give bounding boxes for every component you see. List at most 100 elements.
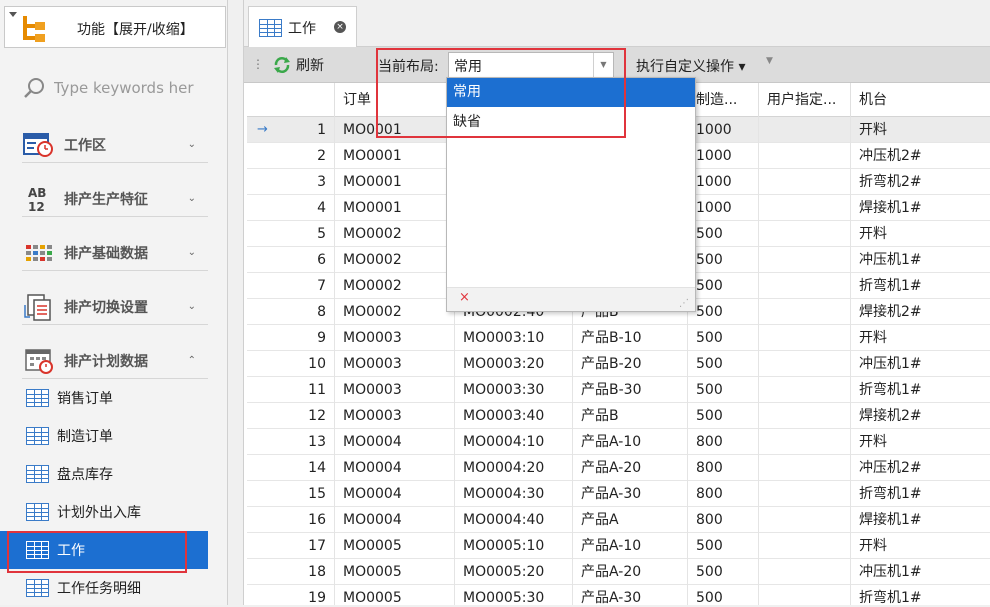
table-row[interactable]: 13 MO0004 MO0004:10 产品A-10 800 开料 [247,429,990,455]
table-cell[interactable] [759,507,851,533]
table-row[interactable]: 19 MO0005 MO0005:30 产品A-30 500 折弯机1# [247,585,990,605]
sidebar-item-work[interactable]: 工作 [0,531,208,569]
table-row[interactable]: 15 MO0004 MO0004:30 产品A-30 800 折弯机1# [247,481,990,507]
table-cell[interactable]: 800 [688,455,759,481]
table-cell[interactable]: MO0001 [335,143,455,169]
table-cell[interactable]: 冲压机1# [851,559,990,585]
table-cell[interactable]: 500 [688,559,759,585]
chevron-down-icon[interactable]: ▼ [766,56,773,66]
table-cell[interactable] [759,247,851,273]
sidebar-item-manufacturing-orders[interactable]: 制造订单 [0,417,208,455]
table-cell[interactable]: MO0005:10 [455,533,573,559]
chevron-down-icon[interactable]: ▼ [593,53,613,77]
table-cell[interactable]: MO0005 [335,533,455,559]
table-cell[interactable]: 800 [688,429,759,455]
table-cell[interactable]: MO0003:20 [455,351,573,377]
table-cell[interactable]: 冲压机2# [851,143,990,169]
row-number[interactable]: 6 [247,247,335,273]
row-number[interactable]: 7 [247,273,335,299]
header-cell[interactable]: 制造... [688,83,759,117]
sidebar-item-sales-orders[interactable]: 销售订单 [0,379,208,417]
table-cell[interactable] [759,533,851,559]
table-cell[interactable]: 产品A-10 [573,533,688,559]
table-cell[interactable] [759,299,851,325]
sidebar-item-unplanned-io[interactable]: 计划外出入库 [0,493,208,531]
header-cell[interactable]: 订单 [335,83,455,117]
layout-value[interactable]: 常用 [454,56,482,76]
table-cell[interactable]: 500 [688,377,759,403]
table-cell[interactable]: 500 [688,247,759,273]
table-row[interactable]: 17 MO0005 MO0005:10 产品A-10 500 开料 [247,533,990,559]
table-cell[interactable]: MO0005 [335,559,455,585]
table-cell[interactable]: 800 [688,507,759,533]
table-cell[interactable] [759,429,851,455]
table-cell[interactable] [759,325,851,351]
table-row[interactable]: 18 MO0005 MO0005:20 产品A-20 500 冲压机1# [247,559,990,585]
table-cell[interactable] [759,221,851,247]
row-number[interactable]: 8 [247,299,335,325]
group-workspace[interactable]: 工作区 ⌄ [22,127,208,163]
table-cell[interactable]: MO0002 [335,221,455,247]
table-cell[interactable] [759,195,851,221]
row-number[interactable]: 3 [247,169,335,195]
table-cell[interactable]: 开料 [851,429,990,455]
table-cell[interactable]: MO0004 [335,481,455,507]
table-cell[interactable]: 折弯机1# [851,481,990,507]
table-cell[interactable]: 冲压机2# [851,455,990,481]
table-row[interactable]: 10 MO0003 MO0003:20 产品B-20 500 冲压机1# [247,351,990,377]
layout-combobox[interactable]: 常用 ▼ [448,52,614,78]
function-toggle-button[interactable]: 功能【展开/收缩】 [4,6,226,48]
table-cell[interactable]: 500 [688,585,759,605]
row-number[interactable]: 2 [247,143,335,169]
table-cell[interactable] [759,455,851,481]
table-cell[interactable]: 500 [688,221,759,247]
header-cell[interactable] [247,83,335,117]
search-input[interactable]: Type keywords her [54,79,212,97]
table-cell[interactable]: 焊接机1# [851,195,990,221]
table-cell[interactable]: MO0001 [335,117,455,143]
table-cell[interactable]: MO0002 [335,273,455,299]
table-cell[interactable]: MO0005 [335,585,455,605]
row-number[interactable]: 1 [247,117,335,143]
group-production-features[interactable]: AB 12 排产生产特征 ⌄ [22,181,208,217]
header-cell[interactable]: 用户指定... [759,83,851,117]
table-cell[interactable]: 产品A [573,507,688,533]
dropdown-option[interactable]: 缺省 [447,108,695,137]
row-number[interactable]: 11 [247,377,335,403]
table-cell[interactable] [759,117,851,143]
clear-icon[interactable]: × [459,290,470,305]
table-cell[interactable]: 500 [688,273,759,299]
table-cell[interactable]: 500 [688,325,759,351]
table-cell[interactable]: 500 [688,533,759,559]
group-plan-data[interactable]: 排产计划数据 ⌃ [22,343,208,379]
table-cell[interactable]: MO0005:30 [455,585,573,605]
tab-work[interactable]: 工作 × [248,6,357,48]
table-cell[interactable] [759,377,851,403]
table-cell[interactable]: MO0003:40 [455,403,573,429]
row-number[interactable]: 18 [247,559,335,585]
table-cell[interactable]: 折弯机1# [851,377,990,403]
table-cell[interactable]: MO0003 [335,377,455,403]
table-cell[interactable] [759,481,851,507]
sidebar-item-inventory[interactable]: 盘点库存 [0,455,208,493]
table-cell[interactable]: 焊接机1# [851,507,990,533]
table-cell[interactable]: 折弯机1# [851,585,990,605]
table-cell[interactable]: MO0002 [335,299,455,325]
dropdown-option[interactable]: 常用 [447,78,695,107]
table-cell[interactable]: MO0004:10 [455,429,573,455]
table-cell[interactable]: MO0001 [335,169,455,195]
table-cell[interactable]: MO0003 [335,403,455,429]
table-cell[interactable]: 1000 [688,143,759,169]
row-number[interactable]: 17 [247,533,335,559]
custom-action-button[interactable]: 执行自定义操作 ▾ [636,56,745,76]
table-cell[interactable] [759,585,851,605]
resize-grip-icon[interactable]: ⋰ [679,298,689,309]
table-row[interactable]: 11 MO0003 MO0003:30 产品B-30 500 折弯机1# [247,377,990,403]
table-cell[interactable]: MO0003 [335,351,455,377]
table-cell[interactable]: MO0001 [335,195,455,221]
table-cell[interactable]: 产品B-20 [573,351,688,377]
table-cell[interactable]: MO0003:30 [455,377,573,403]
table-cell[interactable]: 开料 [851,117,990,143]
sidebar-item-work-task-details[interactable]: 工作任务明细 [0,569,208,607]
table-cell[interactable]: 折弯机1# [851,273,990,299]
